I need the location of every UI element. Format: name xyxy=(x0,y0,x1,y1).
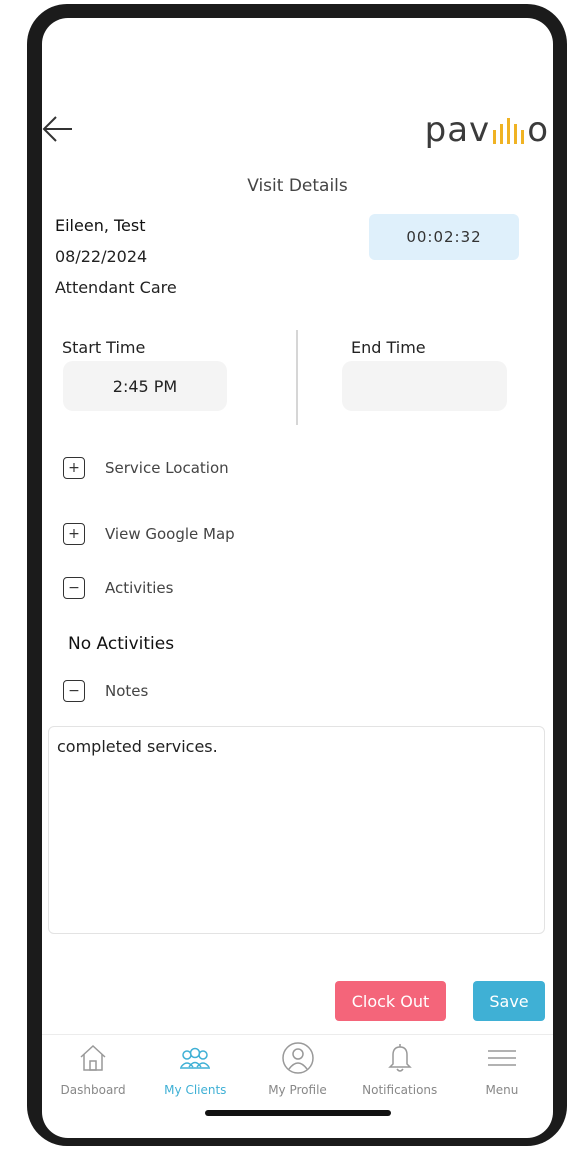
view-google-map-toggle[interactable]: + View Google Map xyxy=(63,523,235,545)
hamburger-menu-icon xyxy=(485,1041,519,1075)
notes-label: Notes xyxy=(105,682,149,700)
service-location-toggle[interactable]: + Service Location xyxy=(63,457,229,479)
collapse-minus-icon[interactable]: − xyxy=(63,680,85,702)
end-time-field[interactable] xyxy=(342,361,507,411)
client-name: Eileen, Test xyxy=(55,216,146,235)
expand-plus-icon[interactable]: + xyxy=(63,457,85,479)
tab-notifications[interactable]: Notifications xyxy=(349,1035,451,1104)
notes-toggle[interactable]: − Notes xyxy=(63,680,148,702)
logo-bars-icon xyxy=(493,116,525,144)
tab-dashboard[interactable]: Dashboard xyxy=(42,1035,144,1104)
tab-label: My Clients xyxy=(164,1083,227,1097)
service-location-label: Service Location xyxy=(105,459,229,477)
bottom-tab-bar: Dashboard My Clients My Profile Notifica… xyxy=(42,1034,553,1104)
home-indicator[interactable] xyxy=(205,1110,391,1116)
save-button[interactable]: Save xyxy=(473,981,545,1021)
start-time-label: Start Time xyxy=(62,338,146,357)
start-time-field[interactable]: 2:45 PM xyxy=(63,361,227,411)
activities-label: Activities xyxy=(105,579,174,597)
app-screen: pav o Visit Details Eileen, Test 08/22/2… xyxy=(42,18,553,1138)
back-arrow-icon[interactable] xyxy=(42,114,76,144)
visit-date: 08/22/2024 xyxy=(55,247,148,266)
tab-label: Notifications xyxy=(362,1083,438,1097)
pavillio-logo: pav o xyxy=(425,110,549,150)
expand-plus-icon[interactable]: + xyxy=(63,523,85,545)
no-activities-text: No Activities xyxy=(68,634,175,654)
clients-icon xyxy=(178,1041,212,1075)
home-icon xyxy=(76,1041,110,1075)
tab-menu[interactable]: Menu xyxy=(451,1035,553,1104)
notes-textarea[interactable]: completed services. xyxy=(48,726,545,934)
visit-timer: 00:02:32 xyxy=(369,214,519,260)
logo-text-left: pav xyxy=(424,110,491,150)
tab-my-profile[interactable]: My Profile xyxy=(246,1035,348,1104)
page-title: Visit Details xyxy=(247,176,348,196)
collapse-minus-icon[interactable]: − xyxy=(63,577,85,599)
tab-my-clients[interactable]: My Clients xyxy=(144,1035,246,1104)
clock-out-button[interactable]: Clock Out xyxy=(335,981,446,1021)
tab-label: My Profile xyxy=(268,1083,327,1097)
time-divider xyxy=(296,330,298,425)
end-time-label: End Time xyxy=(351,338,426,357)
view-google-map-label: View Google Map xyxy=(105,525,235,543)
tab-label: Menu xyxy=(485,1083,519,1097)
bell-icon xyxy=(383,1041,417,1075)
profile-icon xyxy=(281,1041,315,1075)
activities-toggle[interactable]: − Activities xyxy=(63,577,173,599)
tab-label: Dashboard xyxy=(60,1083,126,1097)
service-type: Attendant Care xyxy=(55,278,177,297)
logo-text-right: o xyxy=(527,110,549,150)
